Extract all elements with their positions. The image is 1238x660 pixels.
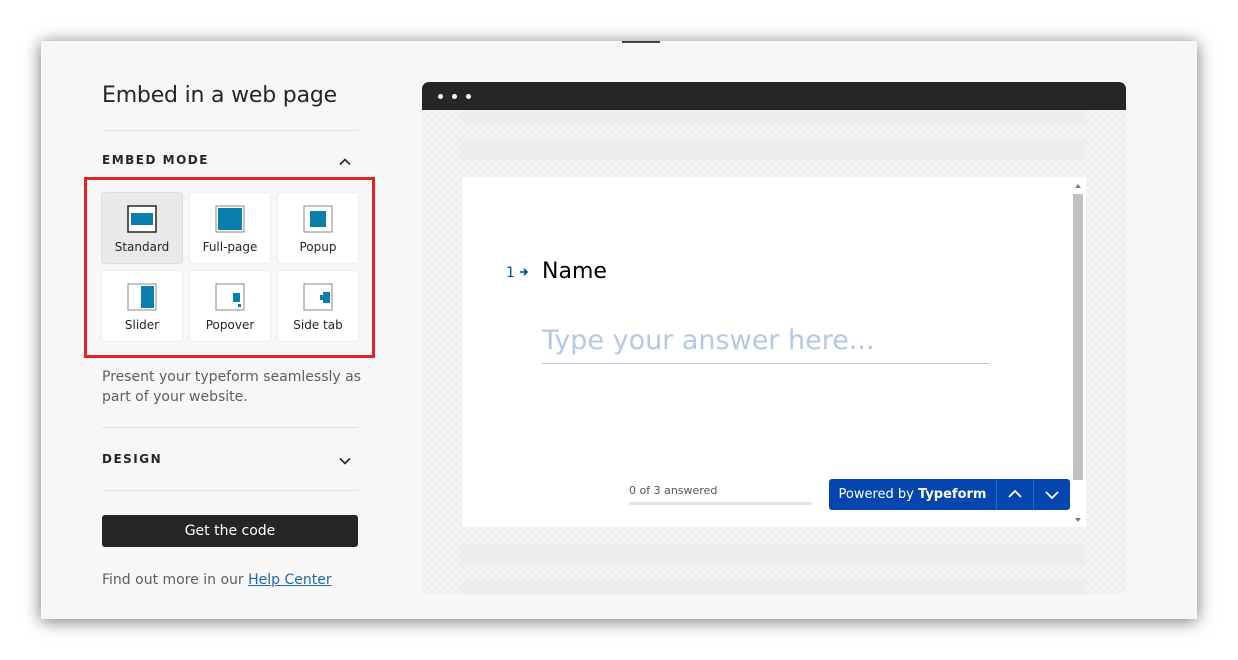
design-label: DESIGN (102, 452, 163, 466)
chevron-up-icon (1008, 489, 1022, 498)
placeholder-bar (462, 139, 1086, 161)
embed-modal: Embed in a web page EMBED MODE Standard (41, 41, 1197, 619)
scroll-down-arrow-icon[interactable] (1074, 516, 1082, 524)
chevron-down-icon (339, 457, 351, 465)
chevron-up-icon (339, 158, 351, 166)
divider (102, 130, 358, 131)
powered-by-button[interactable]: Powered by Typeform (829, 479, 996, 510)
window-dot (452, 94, 457, 99)
highlight-box (84, 177, 375, 358)
divider (102, 490, 358, 491)
divider (102, 427, 358, 428)
typeform-embed: 1 Name 0 of 3 answered Powered by Typefo… (462, 177, 1086, 527)
browser-chrome (422, 82, 1126, 110)
get-code-button[interactable]: Get the code (102, 515, 358, 547)
placeholder-bar (462, 110, 1086, 122)
answer-input[interactable] (542, 317, 990, 364)
chevron-down-icon (1045, 491, 1059, 500)
window-dot (438, 94, 443, 99)
powered-prefix: Powered by (838, 487, 918, 502)
window-dot (466, 94, 471, 99)
embed-preview: 1 Name 0 of 3 answered Powered by Typefo… (422, 82, 1126, 594)
embed-mode-header[interactable]: EMBED MODE (102, 153, 358, 173)
question-text: Name (542, 259, 607, 284)
previous-question-button[interactable] (997, 479, 1033, 510)
next-question-button[interactable] (1034, 479, 1070, 510)
arrow-right-icon (520, 268, 529, 276)
progress-bar (629, 502, 812, 505)
modal-handle (622, 41, 660, 43)
help-center-link[interactable]: Help Center (248, 572, 332, 588)
scrollbar-thumb[interactable] (1073, 194, 1083, 480)
preview-scrollbar[interactable] (1072, 182, 1084, 528)
help-prefix: Find out more in our (102, 572, 249, 588)
help-text: Find out more in our Help Center (102, 572, 332, 588)
progress-text: 0 of 3 answered (629, 484, 718, 497)
panel-title: Embed in a web page (102, 83, 337, 108)
embed-mode-label: EMBED MODE (102, 153, 209, 167)
question-number-value: 1 (506, 265, 515, 281)
placeholder-bar (462, 582, 1086, 594)
question-number: 1 (506, 265, 529, 281)
design-header[interactable]: DESIGN (102, 452, 358, 472)
embed-settings-panel: Embed in a web page EMBED MODE Standard (84, 41, 375, 619)
mode-description: Present your typeform seamlessly as part… (102, 369, 361, 405)
powered-brand: Typeform (918, 487, 987, 502)
scroll-up-arrow-icon[interactable] (1074, 182, 1082, 190)
placeholder-bar (462, 544, 1086, 566)
